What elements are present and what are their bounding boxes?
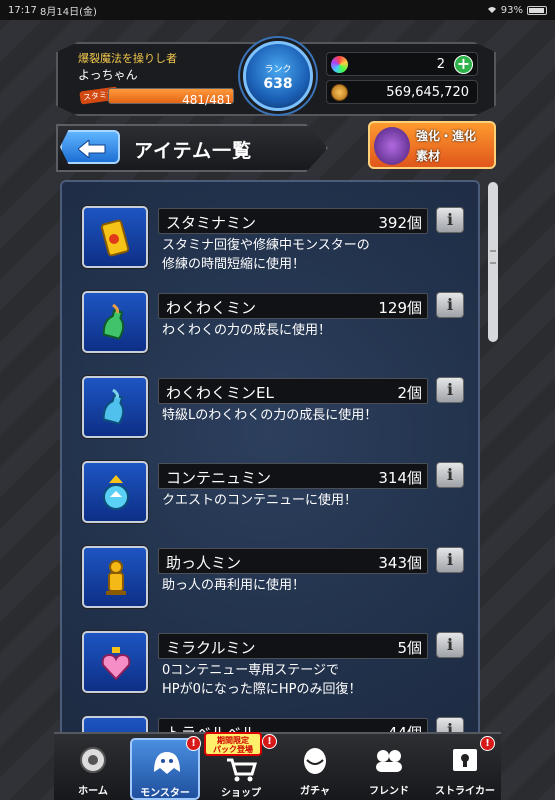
item-count: 5個 <box>397 639 422 657</box>
miracle-bottle-icon <box>82 631 148 693</box>
item-name: わくわくミンEL <box>166 384 274 402</box>
list-item[interactable]: 助っ人ミン 343個 i 助っ人の再利用に使用！ <box>82 546 474 614</box>
tab-home[interactable]: ホーム <box>58 738 128 800</box>
tab-label: ショップ <box>221 788 261 799</box>
coin-value: 569,645,720 <box>386 85 469 100</box>
info-button[interactable]: i <box>436 377 464 403</box>
status-bar: 17:17 8月14日(金) 93% <box>0 0 555 20</box>
rank-label: ランク <box>264 65 292 75</box>
list-item[interactable]: ミラクルミン 5個 i 0コンテニュー専用ステージで HPが0になった際にHPのみ… <box>82 631 474 699</box>
stamina-can-icon <box>82 206 148 268</box>
wifi-icon <box>487 7 496 13</box>
tab-label: フレンド <box>369 786 409 797</box>
tab-label: ガチャ <box>300 786 330 797</box>
list-item[interactable]: わくわくミンEL 2個 i 特級Lのわくわくの力の成長に使用！ <box>82 376 474 444</box>
orb-counter: 2 + <box>326 52 478 76</box>
item-name: コンテニュミン <box>166 469 272 487</box>
item-count: 314個 <box>378 469 422 487</box>
item-description: 特級Lのわくわくの力の成長に使用！ <box>162 408 378 423</box>
info-button[interactable]: i <box>436 547 464 573</box>
item-count: 2個 <box>397 384 422 402</box>
gacha-egg-icon <box>304 748 326 774</box>
evolution-button-line2: 素材 <box>416 149 441 163</box>
waku-el-bottle-icon <box>82 376 148 438</box>
info-icon: i <box>446 210 454 229</box>
coin-icon <box>331 84 348 101</box>
item-count: 392個 <box>378 214 422 232</box>
striker-alert-badge: ! <box>480 736 495 751</box>
helper-bottle-icon <box>82 546 148 608</box>
item-name: スタミナミン <box>166 214 257 232</box>
back-button[interactable] <box>60 130 120 164</box>
tab-gacha[interactable]: ガチャ <box>280 738 350 800</box>
info-icon: i <box>446 550 454 569</box>
evolution-button-line1: 強化・進化 <box>416 129 477 143</box>
info-icon: i <box>446 295 454 314</box>
stamina-value: 481/481 <box>182 93 232 107</box>
list-item[interactable]: コンテニュミン 314個 i クエストのコンテニューに使用！ <box>82 461 474 529</box>
coin-counter: 569,645,720 <box>326 80 478 104</box>
status-time: 17:17 <box>8 4 37 16</box>
tab-label: ホーム <box>78 786 108 797</box>
item-description: 助っ人の再利用に使用！ <box>162 578 306 593</box>
monster-alert-badge: ! <box>186 736 201 751</box>
item-name: ミラクルミン <box>166 639 256 657</box>
info-button[interactable]: i <box>436 462 464 488</box>
shop-cart-icon <box>227 758 258 782</box>
info-icon: i <box>446 635 454 654</box>
monster-portrait-icon <box>374 127 410 165</box>
item-count: 129個 <box>378 299 422 317</box>
page-title: アイテム一覧 <box>134 140 253 162</box>
list-item[interactable]: わくわくミン 129個 i わくわくの力の成長に使用！ <box>82 291 474 359</box>
waku-bottle-icon <box>82 291 148 353</box>
info-icon: i <box>446 380 454 399</box>
item-count: 343個 <box>378 554 422 572</box>
orb-value: 2 <box>436 57 445 72</box>
list-item[interactable]: スタミナミン 392個 i スタミナ回復や修練中モンスターの 修練の時間短縮に使用… <box>82 206 474 274</box>
tab-friend[interactable]: フレンド <box>354 738 424 800</box>
monster-icon <box>154 752 180 774</box>
friend-icon <box>376 750 402 772</box>
battery-percent: 93% <box>500 4 523 16</box>
evolution-material-button[interactable]: 強化・進化 素材 <box>368 121 496 169</box>
add-orb-button[interactable]: + <box>454 55 473 74</box>
item-description: わくわくの力の成長に使用！ <box>162 323 332 338</box>
info-icon: i <box>446 465 454 484</box>
rank-value: 638 <box>263 76 293 92</box>
item-description: 0コンテニュー専用ステージで HPが0になった際にHPのみ回復！ <box>162 663 362 697</box>
tab-label: ストライカー <box>435 786 495 797</box>
home-icon <box>80 747 106 773</box>
player-title: 爆裂魔法を操りし者 <box>78 52 177 65</box>
back-arrow-icon <box>78 140 106 158</box>
info-button[interactable]: i <box>436 292 464 318</box>
orb-icon <box>331 56 348 73</box>
player-name: よっちゃん <box>78 68 138 82</box>
item-description: スタミナ回復や修練中モンスターの 修練の時間短縮に使用！ <box>162 238 370 272</box>
info-button[interactable]: i <box>436 632 464 658</box>
item-description: クエストのコンテニューに使用！ <box>162 493 358 508</box>
status-date: 8月14日(金) <box>40 6 97 18</box>
scrollbar-grip[interactable] <box>490 250 496 264</box>
battery-icon <box>527 5 547 15</box>
item-name: 助っ人ミン <box>166 554 242 572</box>
rank-badge[interactable]: ランク 638 <box>243 41 313 111</box>
continue-bottle-icon <box>82 461 148 523</box>
tab-shop[interactable]: ショップ <box>206 738 276 800</box>
item-name: わくわくミン <box>166 299 257 317</box>
tab-label: モンスター <box>140 788 190 799</box>
striker-icon <box>453 749 477 771</box>
info-button[interactable]: i <box>436 207 464 233</box>
